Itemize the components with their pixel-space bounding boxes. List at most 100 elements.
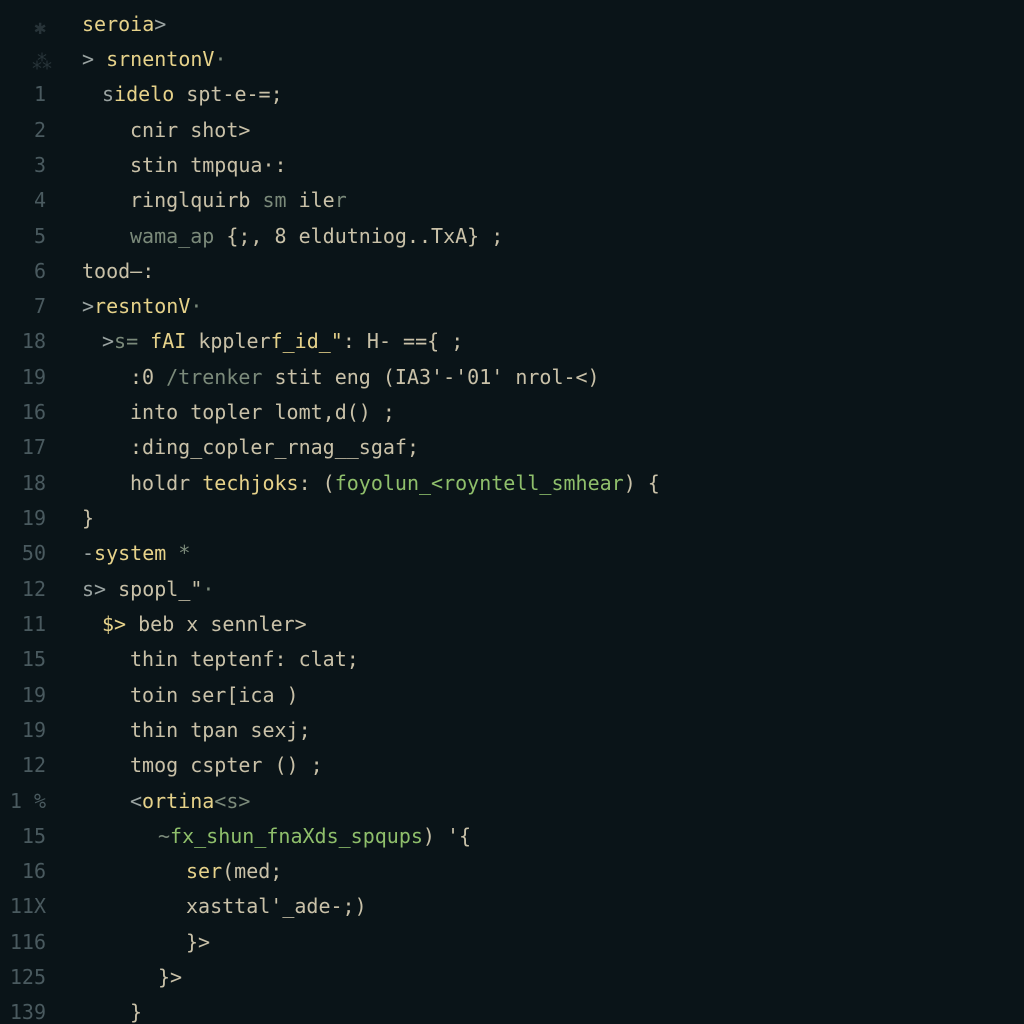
- token-keyword: fAI: [150, 331, 186, 351]
- code-line[interactable]: xasttal'_ade-;): [74, 889, 1024, 924]
- line-number: 3: [0, 147, 46, 182]
- gutter-marker-icon: ✱: [32, 17, 46, 31]
- code-line[interactable]: thin tpan sexj;: [74, 712, 1024, 747]
- line-number: 19: [0, 359, 46, 394]
- token-ident: :0: [130, 367, 166, 387]
- token-func: fx_shun_fnaXds_spqups: [170, 826, 423, 846]
- line-number: 19: [0, 677, 46, 712]
- token-keyword: f_id_": [271, 331, 343, 351]
- token-punct: s: [102, 84, 114, 104]
- code-line[interactable]: }: [74, 995, 1024, 1024]
- token-ident: tood—:: [82, 261, 154, 281]
- code-line[interactable]: :ding_copler_rnag__sgaf;: [74, 430, 1024, 465]
- code-line[interactable]: - system *: [74, 536, 1024, 571]
- token-ident: /trenker: [166, 367, 262, 387]
- code-line[interactable]: tmog cspter () ;: [74, 748, 1024, 783]
- token-punct: -: [82, 543, 94, 563]
- line-number: 18: [0, 324, 46, 359]
- token-ident: into topler lomt,d() ;: [130, 402, 395, 422]
- token-ident: wama_ap: [130, 226, 226, 246]
- code-area[interactable]: seroia > > srnentonV · s idelo spt-e-=; …: [56, 6, 1024, 1024]
- code-line[interactable]: s> spopl_" ·: [74, 571, 1024, 606]
- token-ident: beb x sennler>: [126, 614, 307, 634]
- code-line[interactable]: $> beb x sennler>: [74, 606, 1024, 641]
- line-number: 5: [0, 218, 46, 253]
- token-ident: holdr: [130, 473, 202, 493]
- token-punct: ·: [214, 49, 226, 69]
- code-line[interactable]: }>: [74, 924, 1024, 959]
- line-number: 7: [0, 289, 46, 324]
- gutter-icon-row: ⁂: [0, 41, 46, 76]
- code-line[interactable]: :0 /trenker stit eng (IA3'-'01' nrol-<): [74, 359, 1024, 394]
- code-line[interactable]: > s= fAI kppler f_id_" : H- =={ ;: [74, 324, 1024, 359]
- line-number: 125: [0, 959, 46, 994]
- code-line[interactable]: s idelo spt-e-=;: [74, 77, 1024, 112]
- token-ident: tmog cspter () ;: [130, 755, 323, 775]
- token-func: foyolun_<royntell_smhear: [335, 473, 624, 493]
- token-punct: ~: [158, 826, 170, 846]
- token-ident: ile: [287, 190, 335, 210]
- token-keyword: $>: [102, 614, 126, 634]
- token-keyword: techjoks: [202, 473, 298, 493]
- token-ident: ) '{: [423, 826, 471, 846]
- token-ident: sm: [262, 190, 286, 210]
- token-ident: spopl_": [106, 579, 202, 599]
- token-ident: ) {: [624, 473, 660, 493]
- code-line[interactable]: seroia >: [74, 6, 1024, 41]
- token-ident: :ding_copler_rnag__sgaf;: [130, 437, 419, 457]
- code-line[interactable]: ~ fx_shun_fnaXds_spqups ) '{: [74, 818, 1024, 853]
- code-line[interactable]: > resntonV ·: [74, 289, 1024, 324]
- code-line[interactable]: wama_ap {;, 8 eldutniog..TxA} ;: [74, 218, 1024, 253]
- token-ident: (med;: [222, 861, 282, 881]
- token-punct: <s>: [214, 791, 250, 811]
- token-punct: <: [130, 791, 142, 811]
- code-line[interactable]: thin teptenf: clat;: [74, 642, 1024, 677]
- code-line[interactable]: tood—:: [74, 253, 1024, 288]
- token-keyword: seroia: [82, 14, 154, 34]
- token-keyword: resntonV: [94, 296, 190, 316]
- token-ident: thin tpan sexj;: [130, 720, 311, 740]
- line-number: 18: [0, 465, 46, 500]
- token-punct: >: [82, 296, 94, 316]
- line-number: 116: [0, 924, 46, 959]
- token-ident: cnir shot>: [130, 120, 250, 140]
- code-line[interactable]: ser (med;: [74, 854, 1024, 889]
- line-number: 6: [0, 253, 46, 288]
- code-line[interactable]: toin ser[ica ): [74, 677, 1024, 712]
- code-line[interactable]: cnir shot>: [74, 112, 1024, 147]
- token-ident: xasttal'_ade-;): [186, 896, 367, 916]
- gutter-icon-row: ✱: [0, 6, 46, 41]
- line-number: 17: [0, 430, 46, 465]
- token-punct: >: [102, 331, 114, 351]
- line-number: 15: [0, 818, 46, 853]
- code-line[interactable]: stin tmpqua·:: [74, 147, 1024, 182]
- line-number: 12: [0, 748, 46, 783]
- code-line[interactable]: into topler lomt,d() ;: [74, 394, 1024, 429]
- code-editor[interactable]: ✱ ⁂ 1 2 3 4 5 6 7 18 19 16 17 18 19 50 1…: [0, 0, 1024, 1024]
- line-number: 139: [0, 995, 46, 1024]
- code-line[interactable]: > srnentonV ·: [74, 41, 1024, 76]
- code-line[interactable]: holdr techjoks : ( foyolun_<royntell_smh…: [74, 465, 1024, 500]
- token-ident: : (: [299, 473, 335, 493]
- line-number: 15: [0, 642, 46, 677]
- line-number: 1 %: [0, 783, 46, 818]
- token-punct: s>: [82, 579, 106, 599]
- token-ident: eldutniog..TxA} ;: [287, 226, 504, 246]
- code-line[interactable]: }>: [74, 959, 1024, 994]
- token-ident: ringlquirb: [130, 190, 262, 210]
- token-ident: }>: [158, 967, 182, 987]
- token-ident: s=: [114, 331, 150, 351]
- code-line[interactable]: < ortina <s>: [74, 783, 1024, 818]
- line-number: 4: [0, 183, 46, 218]
- code-line[interactable]: ringlquirb sm ile r: [74, 183, 1024, 218]
- token-punct: >: [154, 14, 166, 34]
- token-ident: }: [82, 508, 94, 528]
- token-ident: r: [335, 190, 347, 210]
- line-number: 19: [0, 500, 46, 535]
- token-ident: toin ser[ica ): [130, 685, 299, 705]
- token-ident: }>: [186, 932, 210, 952]
- gutter-marker-icon: ⁂: [32, 52, 46, 66]
- code-line[interactable]: }: [74, 500, 1024, 535]
- token-keyword: idelo: [114, 84, 174, 104]
- token-keyword: ortina: [142, 791, 214, 811]
